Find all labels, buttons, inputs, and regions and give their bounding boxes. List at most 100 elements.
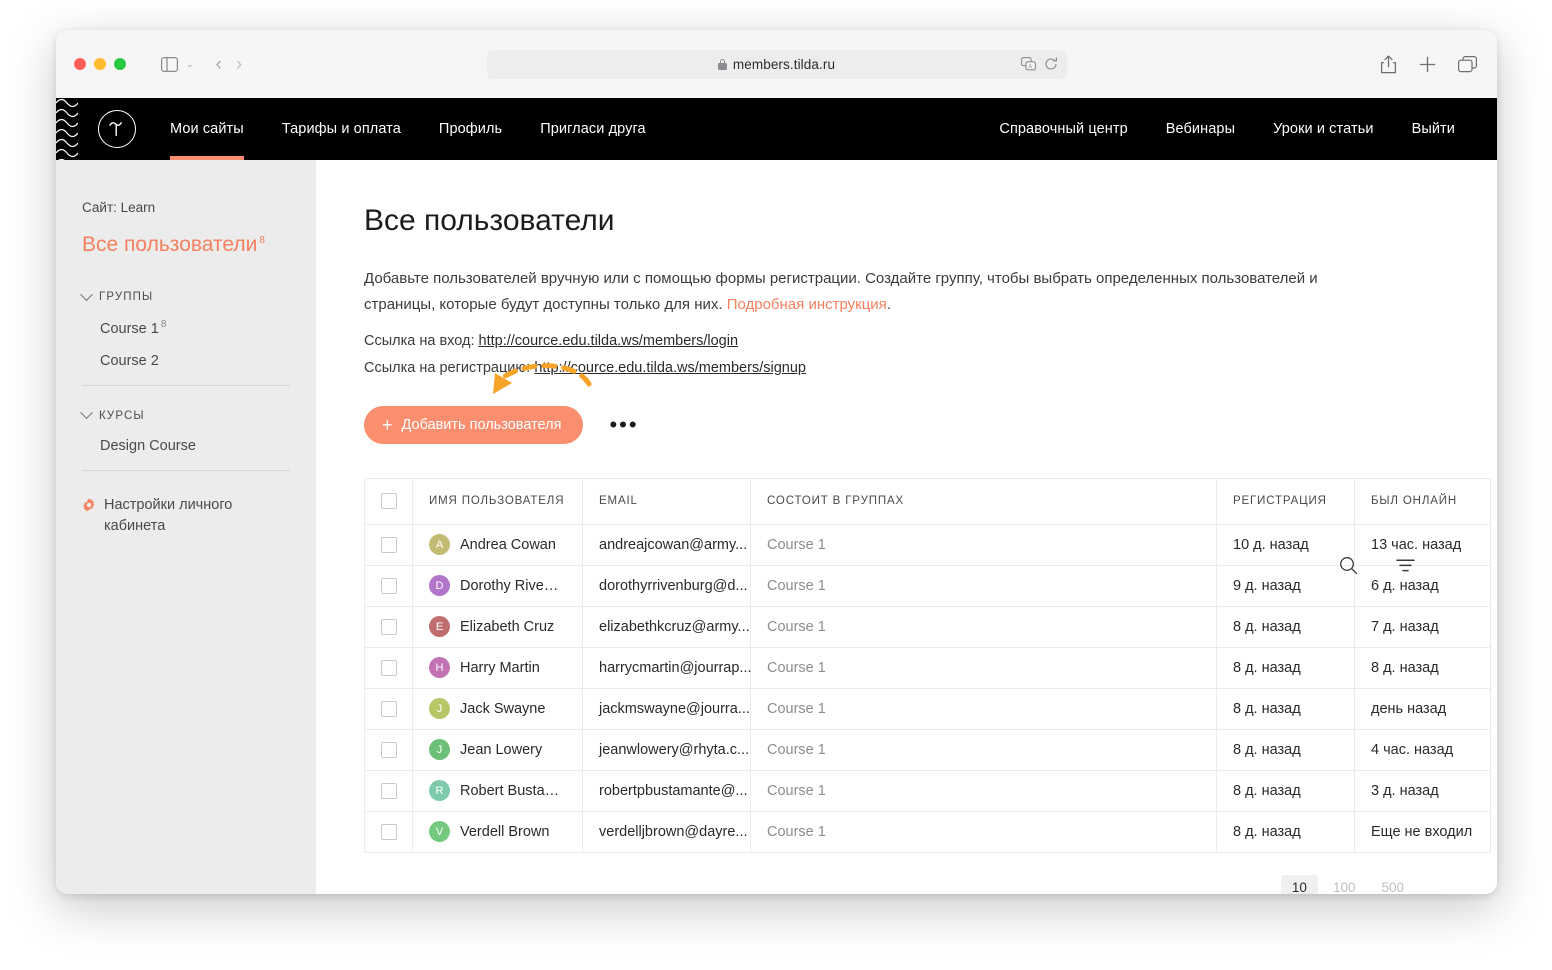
table-row[interactable]: R Robert Bustamante robertpbustamante@...C… <box>364 769 1491 812</box>
nav-item-profile[interactable]: Профиль <box>439 98 502 160</box>
avatar: D <box>429 575 450 597</box>
search-icon[interactable] <box>1339 556 1358 575</box>
plus-icon[interactable] <box>1419 56 1436 73</box>
row-select-cell <box>364 646 413 689</box>
table-header-row: ИМЯ ПОЛЬЗОВАТЕЛЯ EMAIL СОСТОИТ В ГРУППАХ… <box>364 477 1491 525</box>
table-row[interactable]: J Jack Swayne jackmswayne@jourra... Course … <box>364 687 1491 730</box>
detailed-instruction-link[interactable]: Подробная инструкция <box>727 296 887 313</box>
reload-icon[interactable] <box>1044 57 1058 71</box>
page-title: Все пользователи <box>364 204 615 237</box>
tilda-logo[interactable] <box>98 110 136 148</box>
row-checkbox[interactable] <box>380 618 397 635</box>
site-label: Сайт: Learn <box>82 200 156 215</box>
column-header-groups[interactable]: СОСТОИТ В ГРУППАХ <box>750 477 1217 525</box>
sidebar-item-design-course[interactable]: Design Course <box>82 438 290 454</box>
row-checkbox[interactable] <box>380 536 397 553</box>
user-name-cell: J Jack Swayne <box>412 687 583 730</box>
row-checkbox[interactable] <box>380 741 397 758</box>
user-registration-cell: 8 д. назад <box>1216 769 1355 812</box>
page-size-100[interactable]: 100 <box>1322 875 1367 894</box>
sidebar-item-settings[interactable]: Настройки личного кабинета <box>82 495 290 537</box>
nav-item-help-center[interactable]: Справочный центр <box>999 98 1127 160</box>
nav-item-my-sites[interactable]: Мои сайты <box>170 98 244 160</box>
row-checkbox[interactable] <box>380 659 397 676</box>
action-bar: + Добавить пользователя ••• <box>364 362 1497 444</box>
user-groups-cell: Course 1 <box>750 564 1217 607</box>
nav-item-lessons[interactable]: Уроки и статьи <box>1273 98 1373 160</box>
user-email-cell: robertpbustamante@... <box>582 769 751 812</box>
user-groups-cell: Course 1 <box>750 810 1217 853</box>
add-user-label: Добавить пользователя <box>401 416 562 433</box>
table-row[interactable]: A Andrea Cowan andreajcowan@army... Course … <box>364 523 1491 566</box>
user-name-text: Elizabeth Cruz <box>460 618 555 635</box>
sidebar-item-course-1[interactable]: Course 18 <box>82 319 290 337</box>
user-groups-cell: Course 1 <box>750 646 1217 689</box>
user-email-text: andreajcowan@army... <box>599 536 748 553</box>
user-online-cell: день назад <box>1354 687 1491 730</box>
minimize-window-button[interactable] <box>94 58 106 70</box>
user-email-cell: dorothyrrivenburg@d... <box>582 564 751 607</box>
filter-icon[interactable] <box>1396 558 1415 573</box>
user-email-cell: jackmswayne@jourra... <box>582 687 751 730</box>
user-online-cell: 4 час. назад <box>1354 728 1491 771</box>
sidebar-section-groups[interactable]: ГРУППЫ <box>80 287 290 303</box>
lock-icon <box>717 58 727 70</box>
forward-button[interactable]: › <box>236 55 242 74</box>
back-button[interactable]: ‹ <box>216 55 222 74</box>
column-header-online[interactable]: БЫЛ ОНЛАЙН <box>1354 477 1491 525</box>
row-select-cell <box>364 728 413 771</box>
row-checkbox[interactable] <box>380 782 397 799</box>
sidebar-item-all-users[interactable]: Все пользователи 8 <box>82 233 265 257</box>
user-email-cell: elizabethkcruz@army... <box>582 605 751 648</box>
user-name-text: Verdell Brown <box>460 823 550 840</box>
sidebar-toggle-icon[interactable] <box>156 51 182 77</box>
users-table-wrapper: ИМЯ ПОЛЬЗОВАТЕЛЯ EMAIL СОСТОИТ В ГРУППАХ… <box>364 477 1491 853</box>
browser-window: ⌄ ‹ › members.tilda.ru A Мои сайты Тариф… <box>56 30 1497 894</box>
user-email-text: robertpbustamante@... <box>599 782 748 799</box>
top-nav-right: Справочный центр Вебинары Уроки и статьи… <box>961 98 1455 160</box>
tab-overview-icon[interactable] <box>1458 55 1477 73</box>
table-row[interactable]: J Jean Lowery jeanwlowery@rhyta.c... Course… <box>364 728 1491 771</box>
avatar: J <box>429 739 450 761</box>
close-window-button[interactable] <box>74 58 86 70</box>
chevron-down-icon <box>80 406 93 420</box>
table-row[interactable]: H Harry Martin harrycmartin@jourrap... Cour… <box>364 646 1491 689</box>
sidebar-design-course-label: Design Course <box>100 437 196 454</box>
user-online-cell: 3 д. назад <box>1354 769 1491 812</box>
column-header-registration[interactable]: РЕГИСТРАЦИЯ <box>1216 477 1355 525</box>
login-url-link[interactable]: http://cource.edu.tilda.ws/members/login <box>479 333 739 349</box>
url-text: members.tilda.ru <box>732 56 836 72</box>
column-header-name[interactable]: ИМЯ ПОЛЬЗОВАТЕЛЯ <box>412 477 583 525</box>
add-user-button[interactable]: + Добавить пользователя <box>364 405 584 444</box>
column-header-email[interactable]: EMAIL <box>582 477 751 525</box>
page-size-10[interactable]: 10 <box>1280 874 1318 894</box>
table-row[interactable]: D Dorothy Rivenburg dorothyrrivenburg@d...… <box>364 564 1491 607</box>
table-row[interactable]: V Verdell Brown verdelljbrown@dayre... Cour… <box>364 810 1491 853</box>
gear-icon <box>83 498 95 512</box>
nav-item-invite[interactable]: Пригласи друга <box>540 98 646 160</box>
more-options-button[interactable]: ••• <box>609 413 638 435</box>
user-email-text: verdelljbrown@dayre... <box>599 823 748 840</box>
sidebar-section-courses[interactable]: КУРСЫ <box>80 406 290 422</box>
row-checkbox[interactable] <box>380 577 397 594</box>
page-size-500[interactable]: 500 <box>1370 875 1415 894</box>
table-row[interactable]: E Elizabeth Cruz elizabethkcruz@army... Cou… <box>364 605 1491 648</box>
nav-item-plans[interactable]: Тарифы и оплата <box>282 98 401 160</box>
signup-url-link[interactable]: http://cource.edu.tilda.ws/members/signu… <box>534 360 806 376</box>
chevron-down-icon[interactable]: ⌄ <box>186 59 194 70</box>
row-checkbox[interactable] <box>380 700 397 717</box>
sidebar-divider-1 <box>82 384 290 386</box>
nav-item-webinars[interactable]: Вебинары <box>1166 98 1235 160</box>
zigzag-pattern <box>56 98 78 160</box>
maximize-window-button[interactable] <box>114 58 126 70</box>
share-icon[interactable] <box>1380 54 1397 74</box>
translate-icon[interactable]: A <box>1020 57 1036 71</box>
row-select-cell <box>364 687 413 730</box>
sidebar-course-1-count: 8 <box>160 319 167 330</box>
address-bar[interactable]: members.tilda.ru A <box>486 49 1067 79</box>
sidebar-item-course-2[interactable]: Course 2 <box>82 353 290 369</box>
nav-item-logout[interactable]: Выйти <box>1412 98 1455 160</box>
top-navigation: Мои сайты Тарифы и оплата Профиль Пригла… <box>56 98 1497 160</box>
row-checkbox[interactable] <box>380 823 397 840</box>
select-all-checkbox[interactable] <box>380 493 397 510</box>
